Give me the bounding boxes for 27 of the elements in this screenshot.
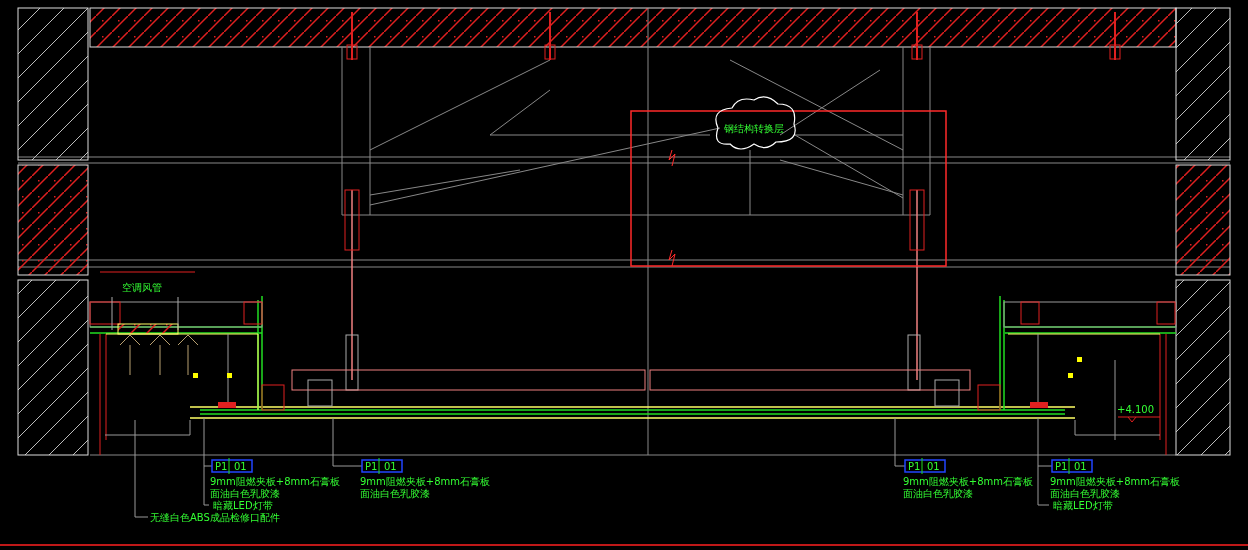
material-note: 9mm阻燃夹板+8mm石膏板	[210, 476, 341, 487]
tag-number: 01	[384, 461, 397, 472]
led-note: 暗藏LED灯带	[213, 500, 273, 511]
material-note: 面油白色乳胶漆	[210, 488, 280, 499]
material-tag	[211, 457, 253, 475]
duct-label: 空调风管	[122, 282, 162, 293]
tag-number: 01	[1074, 461, 1087, 472]
cloud-note-text: 钢结构转换层	[724, 123, 784, 134]
material-note: 9mm阻燃夹板+8mm石膏板	[903, 476, 1034, 487]
tag-code: P1	[1055, 461, 1068, 472]
material-note: 面油白色乳胶漆	[360, 488, 430, 499]
material-note: 9mm阻燃夹板+8mm石膏板	[1050, 476, 1181, 487]
led-note: 暗藏LED灯带	[1053, 500, 1113, 511]
tag-number: 01	[234, 461, 247, 472]
level-mark-text: +4.100	[1117, 404, 1154, 415]
material-note: 面油白色乳胶漆	[903, 488, 973, 499]
tag-code: P1	[215, 461, 228, 472]
material-tag	[361, 457, 403, 475]
tag-code: P1	[365, 461, 378, 472]
material-tag	[1051, 457, 1093, 475]
level-marker	[1117, 416, 1161, 423]
tag-number: 01	[927, 461, 940, 472]
material-tag	[904, 457, 946, 475]
material-note: 9mm阻燃夹板+8mm石膏板	[360, 476, 491, 487]
tag-code: P1	[908, 461, 921, 472]
access-panel-note: 无缝白色ABS成品检修口配件	[150, 512, 280, 523]
material-note: 面油白色乳胶漆	[1050, 488, 1120, 499]
